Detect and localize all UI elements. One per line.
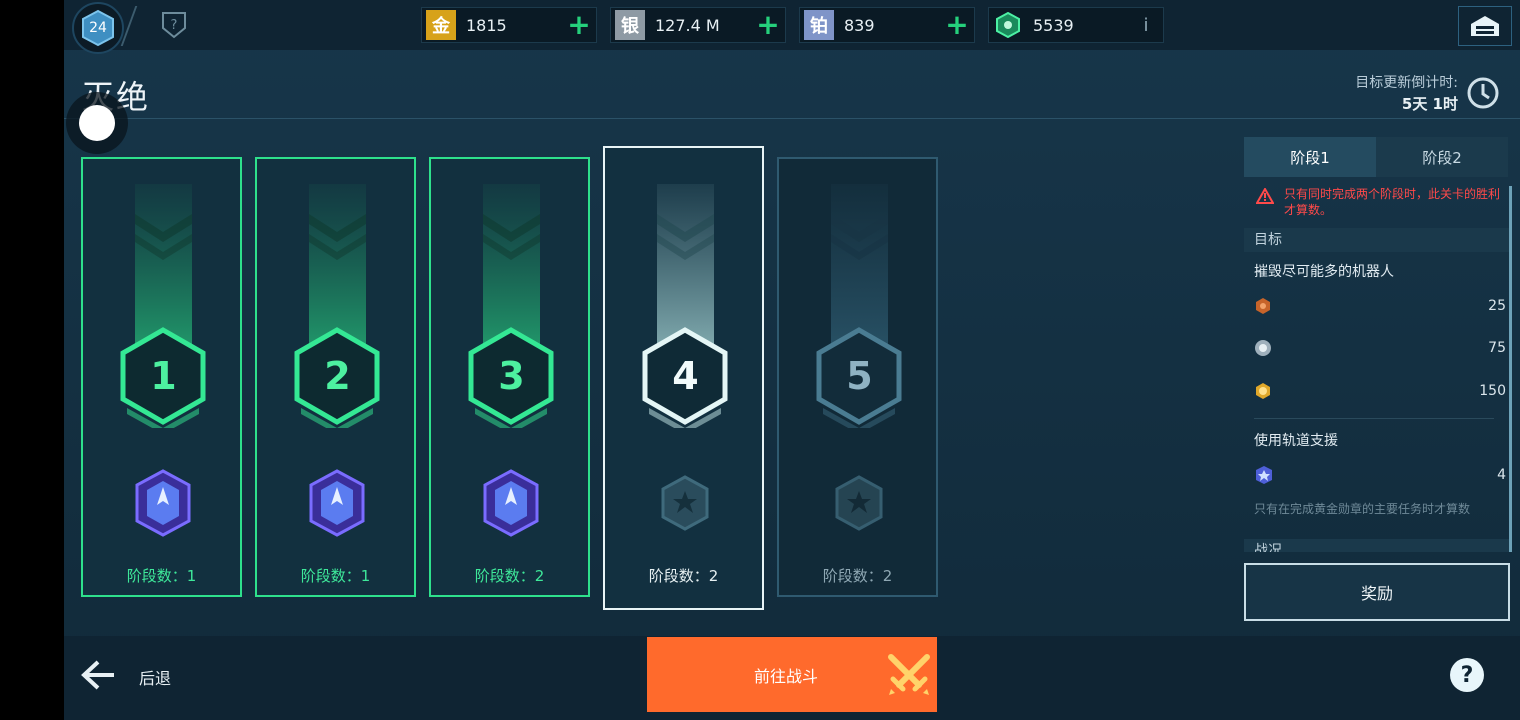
warning-message: 只有同时完成两个阶段时，此关卡的胜利才算数。 bbox=[1256, 186, 1506, 218]
countdown-label: 目标更新倒计时: bbox=[1355, 75, 1458, 91]
stage-number: 5 bbox=[846, 354, 873, 398]
reward-row: 25 bbox=[1254, 293, 1506, 319]
stage-number-hex: 3 bbox=[467, 324, 556, 434]
shield-question-icon[interactable]: ? bbox=[160, 10, 188, 40]
rewards-button[interactable]: 奖励 bbox=[1244, 563, 1510, 621]
gold-value: 1815 bbox=[466, 15, 507, 35]
player-level: 24 bbox=[89, 20, 107, 36]
crossed-swords-icon bbox=[888, 654, 930, 695]
objective-text: 摧毁尽可能多的机器人 bbox=[1254, 264, 1394, 280]
title-divider bbox=[64, 118, 1520, 119]
reward-row: 150 bbox=[1254, 378, 1506, 404]
bronze-robot-icon bbox=[1256, 298, 1270, 314]
stage-card-5[interactable]: 5 阶段数：2 bbox=[777, 157, 938, 597]
tab-phase-2[interactable]: 阶段2 bbox=[1376, 137, 1508, 177]
stage-number: 4 bbox=[672, 354, 699, 398]
stage-number-hex: 1 bbox=[119, 324, 208, 434]
silver-robot-icon bbox=[1255, 340, 1271, 356]
clock-icon bbox=[1467, 77, 1499, 109]
help-button[interactable]: ? bbox=[1450, 658, 1484, 692]
stage-card-2[interactable]: 2 阶段数：1 bbox=[255, 157, 416, 597]
reward-value: 25 bbox=[1488, 298, 1506, 314]
game-screen: 24 ? 金 1815 + 银 127.4 M + 铂 839 + 5539 i… bbox=[64, 0, 1520, 720]
stage-card-3[interactable]: 3 阶段数：2 bbox=[429, 157, 590, 597]
reward-value: 150 bbox=[1479, 383, 1506, 399]
panel-scrollbar[interactable] bbox=[1509, 186, 1512, 552]
warning-text: 只有同时完成两个阶段时，此关卡的胜利才算数。 bbox=[1284, 187, 1501, 217]
stage-card-4[interactable]: 4 阶段数：2 bbox=[603, 146, 764, 610]
hangar-button[interactable] bbox=[1458, 6, 1512, 46]
info-icon[interactable]: i bbox=[1133, 15, 1159, 36]
silver-icon: 银 bbox=[615, 10, 645, 40]
panel-divider bbox=[1254, 418, 1494, 419]
purple-medal-icon bbox=[483, 469, 539, 537]
battle-button-label: 前往战斗 bbox=[753, 666, 818, 686]
platinum-icon: 铂 bbox=[804, 10, 834, 40]
locked-star-medal-icon bbox=[835, 475, 883, 531]
stage-count: 阶段数：2 bbox=[648, 567, 719, 585]
stage-number: 1 bbox=[150, 354, 177, 398]
level-hex-icon: 24 bbox=[79, 9, 117, 47]
stage-card-1[interactable]: 1 阶段数：1 bbox=[81, 157, 242, 597]
silver-value: 127.4 M bbox=[655, 15, 720, 35]
top-bar: 24 ? 金 1815 + 银 127.4 M + 铂 839 + 5539 i bbox=[64, 0, 1520, 54]
tab-phase-1[interactable]: 阶段1 bbox=[1244, 137, 1376, 177]
back-button[interactable]: 后退 bbox=[139, 665, 171, 689]
silver-currency: 银 127.4 M + bbox=[610, 7, 786, 43]
hangar-icon bbox=[1471, 16, 1499, 36]
objectives-panel: 只有同时完成两个阶段时，此关卡的胜利才算数。 目标 摧毁尽可能多的机器人 25 … bbox=[1244, 180, 1510, 552]
orbital-support-icon bbox=[1256, 466, 1272, 484]
assistive-touch-button[interactable] bbox=[66, 92, 128, 154]
key-currency: 5539 i bbox=[988, 7, 1164, 43]
phase-tabs: 阶段1 阶段2 bbox=[1244, 137, 1508, 177]
svg-text:?: ? bbox=[171, 18, 178, 33]
stage-count: 阶段数：1 bbox=[300, 567, 371, 585]
go-to-battle-button[interactable]: 前往战斗 bbox=[647, 637, 937, 712]
key-hex-icon bbox=[993, 10, 1023, 40]
stage-count: 阶段数：1 bbox=[126, 567, 197, 585]
stage-count: 阶段数：2 bbox=[474, 567, 545, 585]
stage-number-hex: 5 bbox=[815, 324, 904, 434]
secondary-objective-text: 使用轨道支援 bbox=[1254, 433, 1338, 449]
warning-icon bbox=[1256, 188, 1274, 204]
stage-number-hex: 2 bbox=[293, 324, 382, 434]
stage-number: 2 bbox=[324, 354, 351, 398]
gold-robot-icon bbox=[1256, 383, 1270, 399]
purple-medal-icon bbox=[135, 469, 191, 537]
stage-count: 阶段数：2 bbox=[822, 567, 893, 585]
secondary-value: 4 bbox=[1497, 467, 1506, 483]
locked-star-medal-icon bbox=[661, 475, 709, 531]
back-arrow-icon[interactable] bbox=[80, 658, 116, 692]
add-platinum-button[interactable]: + bbox=[944, 11, 970, 39]
countdown-value: 5天 1时 bbox=[1401, 95, 1458, 113]
note-text: 只有在完成黄金勋章的主要任务时才算数 bbox=[1254, 502, 1471, 516]
player-level-badge[interactable]: 24 bbox=[72, 2, 124, 54]
stage-number: 3 bbox=[498, 354, 525, 398]
next-section-header: 战况 bbox=[1244, 539, 1510, 552]
gold-currency: 金 1815 + bbox=[421, 7, 597, 43]
stage-number-hex: 4 bbox=[641, 324, 730, 434]
reward-value: 75 bbox=[1488, 340, 1506, 356]
gold-icon: 金 bbox=[426, 10, 456, 40]
platinum-currency: 铂 839 + bbox=[799, 7, 975, 43]
purple-medal-icon bbox=[309, 469, 365, 537]
add-gold-button[interactable]: + bbox=[566, 11, 592, 39]
objective-header: 目标 bbox=[1244, 228, 1510, 252]
reward-row: 4 bbox=[1254, 462, 1506, 488]
platinum-value: 839 bbox=[844, 15, 875, 35]
add-silver-button[interactable]: + bbox=[755, 11, 781, 39]
reward-row: 75 bbox=[1254, 335, 1506, 361]
key-value: 5539 bbox=[1033, 15, 1074, 35]
